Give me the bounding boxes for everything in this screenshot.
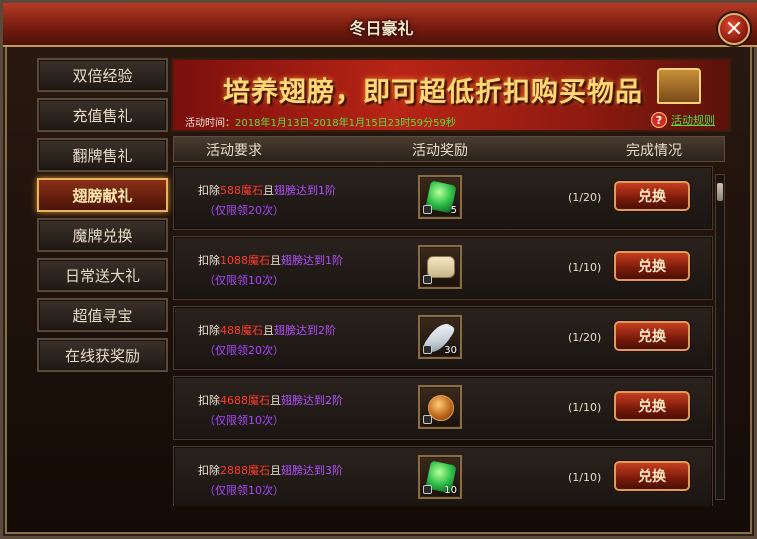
lock-icon: [423, 415, 432, 424]
sidebar-item-double-exp[interactable]: 双倍经验: [37, 58, 168, 92]
sidebar-item-wing-gift[interactable]: 翅膀献礼: [37, 178, 168, 212]
lock-icon: [423, 275, 432, 284]
requirement-text: 扣除588魔石且翅膀达到1阶: [198, 184, 336, 197]
title-bar: 冬日豪礼 ✕: [3, 3, 757, 47]
sidebar-item-label: 翅膀献礼: [72, 186, 133, 205]
progress-text: (1/10): [568, 261, 602, 274]
sidebar-item-label: 在线获奖励: [64, 346, 140, 365]
exchange-button[interactable]: 兑换: [614, 461, 690, 491]
exchange-button[interactable]: 兑换: [614, 181, 690, 211]
activity-window: 冬日豪礼 ✕ 双倍经验 充值售礼 翻牌售礼 翅膀献礼 魔牌兑换 日常送大礼 超值…: [0, 0, 757, 539]
sidebar-item-label: 日常送大礼: [64, 266, 140, 285]
reward-list: 扣除588魔石且翅膀达到1阶 （仅限领20次） 5 (1/20) 兑换 扣除10…: [173, 166, 713, 506]
progress-text: (1/20): [568, 191, 602, 204]
rules-label: 活动规则: [671, 114, 715, 127]
limit-text: （仅限领10次）: [204, 414, 284, 427]
window-title: 冬日豪礼: [349, 19, 414, 38]
sidebar-item-magic-card-exchange[interactable]: 魔牌兑换: [37, 218, 168, 252]
sidebar-item-label: 翻牌售礼: [72, 146, 133, 165]
limit-text: （仅限领10次）: [204, 484, 284, 497]
column-status: 完成情况: [626, 143, 682, 159]
reward-item-slot[interactable]: 30: [418, 315, 462, 359]
table-header: 活动要求 活动奖励 完成情况: [173, 136, 725, 162]
exchange-button[interactable]: 兑换: [614, 321, 690, 351]
lock-icon: [423, 485, 432, 494]
item-count: 30: [444, 345, 457, 356]
progress-text: (1/10): [568, 471, 602, 484]
list-scrollbar[interactable]: [715, 174, 725, 500]
main-panel: 培养翅膀，即可超低折扣购买物品 活动时间：2018年1月13日-2018年1月1…: [171, 58, 731, 508]
limit-text: （仅限领20次）: [204, 204, 284, 217]
sidebar: 双倍经验 充值售礼 翻牌售礼 翅膀献礼 魔牌兑换 日常送大礼 超值寻宝 在线获奖…: [37, 58, 168, 378]
reward-item-slot[interactable]: 5: [418, 175, 462, 219]
lock-icon: [423, 205, 432, 214]
sidebar-item-card-flip-gift[interactable]: 翻牌售礼: [37, 138, 168, 172]
reward-item-slot[interactable]: [418, 245, 462, 289]
sidebar-item-recharge-gift[interactable]: 充值售礼: [37, 98, 168, 132]
close-button[interactable]: ✕: [718, 13, 750, 45]
limit-text: （仅限领10次）: [204, 274, 284, 287]
column-requirement: 活动要求: [206, 143, 262, 159]
limit-text: （仅限领20次）: [204, 344, 284, 357]
requirement-text: 扣除488魔石且翅膀达到2阶: [198, 324, 336, 337]
table-row: 扣除1088魔石且翅膀达到1阶 （仅限领10次） (1/10) 兑换: [173, 236, 713, 300]
banner-title: 培养翅膀，即可超低折扣购买物品: [223, 77, 643, 108]
requirement-text: 扣除4688魔石且翅膀达到2阶: [198, 394, 343, 407]
exchange-button[interactable]: 兑换: [614, 251, 690, 281]
sidebar-item-online-reward[interactable]: 在线获奖励: [37, 338, 168, 372]
progress-text: (1/10): [568, 401, 602, 414]
sidebar-item-label: 双倍经验: [72, 66, 133, 85]
sidebar-item-label: 魔牌兑换: [72, 226, 133, 245]
scroll-thumb[interactable]: [717, 183, 723, 201]
table-row: 扣除488魔石且翅膀达到2阶 （仅限领20次） 30 (1/20) 兑换: [173, 306, 713, 370]
requirement-text: 扣除1088魔石且翅膀达到1阶: [198, 254, 343, 267]
rules-link[interactable]: ? 活动规则: [651, 112, 715, 128]
event-time-label: 活动时间：: [185, 118, 235, 129]
progress-text: (1/20): [568, 331, 602, 344]
item-count: 10: [444, 485, 457, 496]
event-time-value: 2018年1月13日-2018年1月15日23时59分59秒: [235, 118, 456, 129]
table-row: 扣除2888魔石且翅膀达到3阶 （仅限领10次） 10 (1/10) 兑换: [173, 446, 713, 506]
event-time: 活动时间：2018年1月13日-2018年1月15日23时59分59秒: [185, 114, 456, 129]
column-reward: 活动奖励: [412, 143, 468, 159]
exchange-button[interactable]: 兑换: [614, 391, 690, 421]
close-icon: ✕: [724, 16, 744, 42]
table-row: 扣除4688魔石且翅膀达到2阶 （仅限领10次） (1/10) 兑换: [173, 376, 713, 440]
reward-item-slot[interactable]: [418, 385, 462, 429]
sidebar-item-daily-gift[interactable]: 日常送大礼: [37, 258, 168, 292]
event-banner: 培养翅膀，即可超低折扣购买物品 活动时间：2018年1月13日-2018年1月1…: [171, 58, 731, 132]
requirement-text: 扣除2888魔石且翅膀达到3阶: [198, 464, 343, 477]
sidebar-item-label: 超值寻宝: [72, 306, 133, 325]
table-row: 扣除588魔石且翅膀达到1阶 （仅限领20次） 5 (1/20) 兑换: [173, 166, 713, 230]
reward-item-slot[interactable]: 10: [418, 455, 462, 499]
treasure-chest-icon: [657, 68, 701, 104]
sidebar-item-treasure-hunt[interactable]: 超值寻宝: [37, 298, 168, 332]
sidebar-item-label: 充值售礼: [72, 106, 133, 125]
lock-icon: [423, 345, 432, 354]
help-icon: ?: [651, 112, 667, 128]
item-count: 5: [450, 205, 457, 216]
